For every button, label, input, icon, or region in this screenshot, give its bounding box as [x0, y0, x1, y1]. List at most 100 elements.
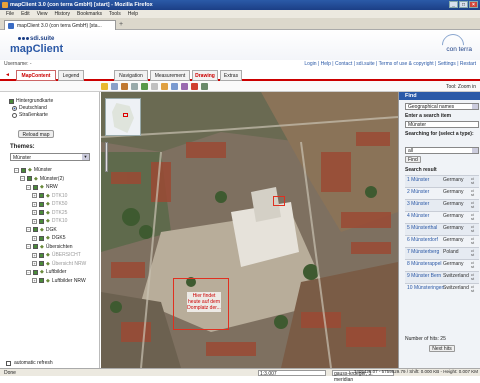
tree-node[interactable]: + ◆ DTK50 — [14, 200, 86, 209]
browser-tab[interactable]: mapClient 3.0 (con terra GmbH) [sta... — [4, 20, 116, 30]
zoom-slider[interactable] — [105, 142, 108, 172]
result-name[interactable]: 8 Münsterappel — [407, 261, 441, 267]
layer-checkbox[interactable] — [9, 99, 14, 104]
menu-item[interactable]: Bookmarks — [77, 11, 102, 18]
auto-refresh-checkbox[interactable] — [6, 360, 11, 366]
result-name[interactable]: 1 Münster — [407, 177, 429, 183]
menu-item[interactable]: View — [37, 11, 48, 18]
text-tool-icon[interactable] — [171, 83, 178, 90]
tab-navigation[interactable]: Navigation — [114, 70, 148, 81]
menu-item[interactable]: History — [54, 11, 70, 18]
result-name[interactable]: 10 Münsteringen — [407, 285, 444, 291]
tab-legend[interactable]: Legend — [58, 70, 84, 81]
expand-icon[interactable]: − — [20, 176, 25, 182]
layer-radio[interactable] — [12, 106, 17, 111]
polygon-tool-icon[interactable] — [161, 83, 168, 90]
tree-checkbox[interactable] — [39, 210, 44, 216]
result-name[interactable]: 9 Münster Bern — [407, 273, 441, 279]
result-row[interactable]: 5 Münsterthal Germany ci st — [405, 223, 479, 235]
tree-checkbox[interactable] — [39, 235, 44, 241]
result-row[interactable]: 3 Münster Germany ci st — [405, 199, 479, 211]
expand-icon[interactable]: − — [26, 269, 31, 275]
tree-node[interactable]: − ◆ Übersichten — [14, 243, 86, 252]
expand-icon[interactable]: + — [32, 193, 37, 199]
menu-item[interactable]: Tools — [109, 11, 121, 18]
layer-radio[interactable] — [12, 113, 17, 118]
tree-checkbox[interactable] — [21, 167, 26, 173]
expand-icon[interactable]: + — [32, 201, 37, 207]
tree-node[interactable]: + ◆ ÜBERSICHT — [14, 251, 86, 260]
tree-node[interactable]: − ◆ Münster — [14, 166, 86, 175]
collapse-left-icon[interactable]: ◄ — [5, 72, 10, 78]
expand-icon[interactable]: + — [32, 261, 37, 267]
expand-icon[interactable]: + — [32, 235, 37, 241]
expand-icon[interactable]: + — [32, 278, 37, 284]
measure-tool-icon[interactable] — [181, 83, 188, 90]
type-select[interactable]: all — [405, 147, 479, 154]
result-name[interactable]: 4 Münster — [407, 213, 429, 219]
result-name[interactable]: 6 Münsterdorf — [407, 237, 438, 243]
expand-icon[interactable]: + — [32, 218, 37, 224]
layer-deutschland[interactable]: Deutschland — [9, 105, 53, 112]
tab-measurement[interactable]: Measurement — [150, 70, 190, 81]
delete-tool-icon[interactable] — [191, 83, 198, 90]
expand-icon[interactable]: − — [26, 227, 31, 233]
source-select[interactable]: Geographical names — [405, 103, 479, 110]
select-tool-icon[interactable] — [101, 83, 108, 90]
minimize-button[interactable]: _ — [449, 1, 458, 8]
tab-drawing[interactable]: Drawing — [192, 70, 218, 81]
result-row[interactable]: 8 Münsterappel Germany ci st — [405, 259, 479, 271]
tab-mapcontent[interactable]: MapContent — [16, 70, 56, 81]
result-name[interactable]: 5 Münsterthal — [407, 225, 437, 231]
zoom-in-tool-icon[interactable] — [111, 83, 118, 90]
maximize-button[interactable]: □ — [459, 1, 468, 8]
result-row[interactable]: 10 Münsteringen Switzerland ci st — [405, 283, 479, 295]
result-name[interactable]: 2 Münster — [407, 189, 429, 195]
tree-node[interactable]: + ◆ DTK10 — [14, 192, 86, 201]
tree-checkbox[interactable] — [33, 227, 38, 233]
edit-tool-icon[interactable] — [201, 83, 208, 90]
tree-node[interactable]: − ◆ Münster(2) — [14, 175, 86, 184]
result-row[interactable]: 9 Münster Bern Switzerland ci st — [405, 271, 479, 283]
scale-field[interactable]: 1:3.007 — [258, 370, 326, 377]
auto-refresh[interactable]: automatic refresh — [6, 360, 53, 366]
menu-item[interactable]: Help — [128, 11, 138, 18]
next-hits-button[interactable]: Next hits — [429, 345, 455, 352]
expand-icon[interactable]: + — [32, 252, 37, 258]
menu-item[interactable]: Edit — [21, 11, 30, 18]
result-name[interactable]: 3 Münster — [407, 201, 429, 207]
expand-icon[interactable]: − — [26, 244, 31, 250]
tree-checkbox[interactable] — [33, 269, 38, 275]
tree-checkbox[interactable] — [39, 261, 44, 267]
tree-node[interactable]: − ◆ NRW — [14, 183, 86, 192]
tree-checkbox[interactable] — [33, 184, 38, 190]
tree-node[interactable]: + ◆ DGK5 — [14, 234, 86, 243]
expand-icon[interactable]: − — [14, 167, 19, 173]
tree-node[interactable]: − ◆ DGK — [14, 226, 86, 235]
tree-node[interactable]: + ◆ DTK25 — [14, 209, 86, 218]
tree-checkbox[interactable] — [39, 193, 44, 199]
result-row[interactable]: 6 Münsterdorf Germany ci st — [405, 235, 479, 247]
close-button[interactable]: × — [469, 1, 478, 8]
map-view[interactable]: Hier findet heute auf dem Domplatz der..… — [101, 92, 398, 368]
tree-checkbox[interactable] — [27, 176, 32, 182]
result-name[interactable]: 7 Münsterberg — [407, 249, 439, 255]
drawn-rectangle[interactable] — [273, 196, 285, 206]
line-tool-icon[interactable] — [151, 83, 158, 90]
expand-icon[interactable]: + — [32, 210, 37, 216]
tree-node[interactable]: + ◆ Luftbilder NRW — [14, 277, 86, 286]
tree-checkbox[interactable] — [39, 218, 44, 224]
tree-node[interactable]: + ◆ Übersicht NRW — [14, 260, 86, 269]
chevron-down-icon[interactable]: ▼ — [82, 154, 89, 160]
tree-node[interactable]: + ◆ DTK10 — [14, 217, 86, 226]
layer-strassenkarte[interactable]: Straßenkarte — [9, 112, 53, 119]
menu-item[interactable]: File — [6, 11, 14, 18]
reload-map-button[interactable]: Reload map — [18, 130, 54, 138]
themes-select[interactable]: Münster ▼ — [10, 153, 90, 161]
search-input[interactable]: Münster — [405, 121, 479, 128]
result-row[interactable]: 7 Münsterberg Poland ci st — [405, 247, 479, 259]
layer-hintergrundkarte[interactable]: Hintergrundkarte — [9, 98, 53, 105]
info-tool-icon[interactable] — [131, 83, 138, 90]
result-row[interactable]: 2 Münster Germany ci st — [405, 187, 479, 199]
top-links[interactable]: Login | Help | Contact | sdi.suite | Ter… — [304, 61, 476, 68]
